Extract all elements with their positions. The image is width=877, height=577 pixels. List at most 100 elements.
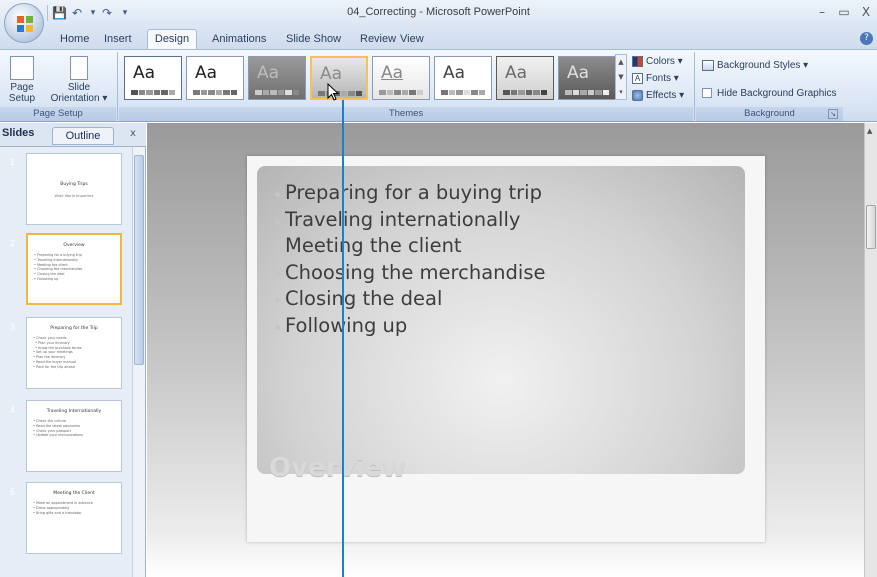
page-setup-icon — [10, 56, 34, 80]
background-group-label: Background — [696, 107, 843, 121]
theme-thumbnail-hovered[interactable]: Aa — [310, 56, 368, 100]
thumbnail-body: • Preparing for a buying trip • Travelin… — [34, 253, 83, 281]
hide-background-graphics-label: Hide Background Graphics — [717, 88, 837, 99]
theme-thumbnail[interactable]: Aa — [248, 56, 306, 100]
bullet-item: Preparing for a buying trip — [275, 180, 545, 207]
scroll-thumb[interactable] — [866, 205, 876, 249]
bullet-item: Choosing the merchandise — [275, 260, 545, 287]
theme-thumbnail[interactable]: Aa — [124, 56, 182, 100]
maximize-button[interactable]: ▭ — [834, 3, 854, 21]
theme-fonts-button[interactable]: A Fonts ▾ — [632, 71, 679, 87]
thumbnail-subtitle: Wide World Importers — [54, 194, 94, 198]
tab-slide-show[interactable]: Slide Show — [286, 31, 341, 49]
pane-scrollbar[interactable] — [132, 147, 145, 577]
page-setup-button[interactable]: Page Setup — [3, 53, 41, 107]
slide-number: 3 — [10, 322, 16, 332]
pane-tabs: Slides Outline x — [0, 123, 146, 147]
theme-color-bars — [379, 90, 423, 95]
slide-orientation-icon — [70, 56, 88, 80]
slide-thumbnail[interactable]: Buying Trips Wide World Importers — [26, 153, 122, 225]
background-styles-button[interactable]: Background Styles ▾ — [702, 60, 808, 71]
scroll-up-icon[interactable]: ▲ — [867, 127, 872, 135]
themes-gallery: Aa Aa Aa Aa Aa Aa Aa Aa — [120, 54, 620, 106]
office-button[interactable] — [4, 3, 44, 43]
colors-label: Colors ▾ — [646, 56, 683, 67]
page-setup-label: Page Setup — [8, 82, 36, 104]
tab-view[interactable]: View — [400, 31, 424, 49]
tab-insert[interactable]: Insert — [104, 31, 132, 49]
themes-gallery-scroll[interactable]: ▲ ▼ ▾ — [615, 54, 627, 100]
tab-review[interactable]: Review — [360, 31, 396, 49]
theme-sample-text: Aa — [195, 63, 218, 83]
help-icon[interactable]: ? — [860, 32, 873, 45]
effects-icon — [632, 89, 643, 101]
tab-slides[interactable]: Slides — [2, 127, 34, 139]
thumbnail-title: Preparing for the Trip — [50, 326, 98, 331]
effects-label: Effects ▾ — [646, 90, 685, 101]
slide-number: 1 — [10, 157, 16, 167]
theme-thumbnail[interactable]: Aa — [186, 56, 244, 100]
theme-sample-text: Aa — [381, 63, 404, 83]
thumbnail-body: • Check your needs • Plan your itinerary… — [33, 336, 82, 369]
slide-canvas[interactable]: Preparing for a buying trip Traveling in… — [247, 156, 765, 542]
theme-colors-button[interactable]: Colors ▾ — [632, 54, 683, 70]
theme-color-bars — [255, 90, 299, 95]
bullet-list[interactable]: Preparing for a buying trip Traveling in… — [275, 180, 545, 339]
checkbox-box — [702, 88, 712, 99]
theme-sample-text: Aa — [133, 63, 156, 83]
vertical-scrollbar[interactable]: ▲ — [864, 123, 877, 577]
bullet-item: Following up — [275, 313, 545, 340]
theme-sample-text: Aa — [567, 63, 590, 83]
title-bar: 💾 ↶ ▾ ↷ ▾ 04_Correcting - Microsoft Powe… — [0, 0, 877, 27]
slide-thumbnails: 1 Buying Trips Wide World Importers 2 Ov… — [0, 147, 132, 577]
pane-scroll-thumb[interactable] — [134, 155, 144, 365]
tab-home[interactable]: Home — [60, 31, 89, 49]
slide-title[interactable]: Overview — [269, 453, 406, 483]
theme-color-bars — [318, 91, 362, 96]
slide-thumbnail[interactable]: Traveling Internationally • Check the cu… — [26, 400, 122, 472]
bullet-item: Meeting the client — [275, 233, 545, 260]
slide-number: 2 — [10, 238, 16, 248]
theme-color-bars — [565, 90, 609, 95]
thumbnail-title: Buying Trips — [60, 182, 88, 187]
tab-design[interactable]: Design — [147, 29, 197, 49]
theme-thumbnail[interactable]: Aa — [434, 56, 492, 100]
slide-orientation-button[interactable]: Slide Orientation ▾ — [44, 53, 114, 107]
ribbon-tabs: Home Insert Design Animations Slide Show… — [0, 27, 877, 49]
close-button[interactable]: X — [856, 3, 876, 21]
thumbnail-body: • Check the culture • Read the latest ad… — [33, 419, 84, 438]
minimize-button[interactable]: – — [812, 3, 832, 21]
close-pane-icon[interactable]: x — [130, 128, 136, 139]
fonts-label: Fonts ▾ — [646, 73, 679, 84]
theme-sample-text: Aa — [505, 63, 528, 83]
slide-number: 5 — [10, 487, 16, 497]
callout-line — [342, 100, 344, 577]
thumbnail-title: Meeting the Client — [53, 491, 95, 496]
slide-thumbnail-selected[interactable]: Overview • Preparing for a buying trip •… — [26, 233, 122, 305]
theme-color-bars — [193, 90, 237, 95]
theme-thumbnail[interactable]: Aa — [558, 56, 616, 100]
bullet-item: Traveling internationally — [275, 207, 545, 234]
theme-color-bars — [441, 90, 485, 95]
bullet-item: Closing the deal — [275, 286, 545, 313]
page-setup-group-label: Page Setup — [0, 107, 116, 121]
office-logo-icon — [17, 16, 33, 32]
theme-thumbnail[interactable]: Aa — [496, 56, 554, 100]
thumbnail-title: Traveling Internationally — [46, 409, 102, 414]
theme-sample-text: Aa — [257, 63, 280, 83]
tab-animations[interactable]: Animations — [212, 31, 266, 49]
slide-content-frame: Preparing for a buying trip Traveling in… — [257, 166, 745, 483]
theme-effects-button[interactable]: Effects ▾ — [632, 88, 684, 104]
slide-thumbnail[interactable]: Preparing for the Trip • Check your need… — [26, 317, 122, 389]
hide-background-graphics-checkbox[interactable]: Hide Background Graphics — [702, 88, 837, 99]
theme-thumbnail[interactable]: Aa — [372, 56, 430, 100]
thumbnail-body: • Make an appointment in advance • Dress… — [33, 501, 93, 515]
window-title: 04_Correcting - Microsoft PowerPoint — [347, 6, 530, 18]
group-divider — [117, 52, 118, 120]
theme-sample-text: Aa — [320, 64, 343, 84]
tab-outline[interactable]: Outline — [52, 127, 114, 145]
slide-thumbnail[interactable]: Meeting the Client • Make an appointment… — [26, 482, 122, 554]
colors-icon — [632, 55, 643, 67]
dialog-launcher-icon[interactable]: ↘ — [828, 109, 838, 119]
theme-color-bars — [503, 90, 547, 95]
